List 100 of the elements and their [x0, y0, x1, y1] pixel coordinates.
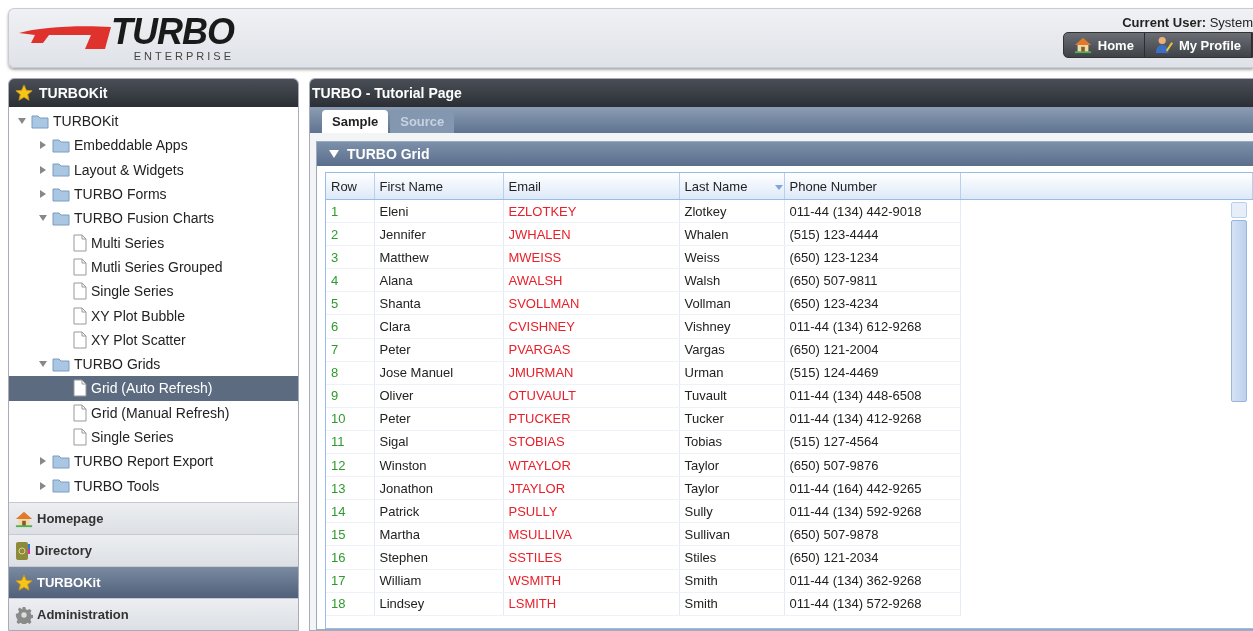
table-cell: Shanta [374, 291, 503, 315]
book-icon [15, 540, 31, 561]
tree-item[interactable]: TURBO Fusion Charts [74, 210, 215, 227]
expand-arrow-icon[interactable] [38, 189, 48, 200]
table-cell: 8 [326, 361, 374, 385]
table-cell: WSMITH [503, 569, 679, 593]
table-cell: JWHALEN [503, 222, 679, 246]
table-cell: STOBIAS [503, 430, 679, 454]
table-cell: SSTILES [503, 545, 679, 569]
tree-item[interactable]: Multi Series [91, 234, 165, 251]
table-cell: (515) 127-4564 [784, 430, 960, 454]
tab[interactable]: Sample [322, 110, 389, 133]
table-cell: EZLOTKEY [503, 199, 679, 223]
page-icon [73, 233, 87, 252]
accordion-item[interactable]: Homepage [9, 502, 298, 534]
table-cell: Sully [679, 499, 784, 523]
column-header[interactable]: First Name [374, 173, 503, 200]
table-cell: Smith [679, 569, 784, 593]
accordion-item[interactable]: TURBOKit [9, 566, 298, 598]
table-cell: 011-44 (134) 412-9268 [784, 407, 960, 431]
table-cell: 11 [326, 430, 374, 454]
table-cell: Peter [374, 407, 503, 431]
table-cell: Jennifer [374, 222, 503, 246]
table-cell: Eleni [374, 199, 503, 223]
table-cell: Winston [374, 453, 503, 477]
table-cell: Lindsey [374, 592, 503, 616]
table-cell: Walsh [679, 268, 784, 292]
table-cell: CVISHNEY [503, 314, 679, 339]
table-cell: Taylor [679, 476, 784, 500]
table-cell: Stiles [679, 545, 784, 569]
current-user: Current User: System [1122, 15, 1253, 30]
table-cell: AWALSH [503, 268, 679, 292]
table-cell: Weiss [679, 245, 784, 269]
table-cell: MWEISS [503, 245, 679, 269]
tree-item[interactable]: Single Series [91, 283, 174, 300]
column-header[interactable]: Row [326, 173, 374, 200]
table-cell: (650) 507-9878 [784, 522, 960, 546]
table-cell: 9 [326, 384, 374, 408]
accordion-item[interactable]: Directory [9, 534, 298, 566]
tree-item[interactable]: XY Plot Bubble [91, 307, 185, 324]
expand-arrow-icon[interactable] [38, 140, 48, 151]
tree-item[interactable]: TURBO Report Export [74, 453, 214, 470]
table-cell: 16 [326, 545, 374, 569]
table-cell: Tuvault [679, 384, 784, 408]
folder-icon [52, 356, 70, 372]
table-cell: MSULLIVA [503, 522, 679, 546]
expand-arrow-icon[interactable] [38, 164, 48, 175]
table-cell: Clara [374, 314, 503, 339]
table-cell: Martha [374, 522, 503, 546]
table-cell: Stephen [374, 545, 503, 569]
tree-item[interactable]: TURBO Tools [74, 477, 160, 494]
table-cell: Sullivan [679, 522, 784, 546]
column-header[interactable]: Phone Number [784, 173, 960, 200]
folder-icon [52, 453, 70, 469]
tree-item[interactable]: Mutli Series Grouped [91, 258, 223, 275]
accordion-item[interactable]: Administration [9, 598, 298, 630]
tree-item[interactable]: Layout & Widgets [74, 161, 184, 178]
table-cell: 18 [326, 592, 374, 616]
table-cell: Vollman [679, 291, 784, 315]
page-icon [73, 257, 87, 276]
table-cell: Vishney [679, 314, 784, 339]
tree-item[interactable]: TURBO Grids [74, 356, 161, 373]
column-header[interactable]: Email [503, 173, 679, 200]
table-cell: 7 [326, 338, 374, 362]
grid-panel-header[interactable]: TURBO Grid [317, 142, 1253, 166]
expand-arrow-icon[interactable] [38, 456, 48, 467]
table-cell: JMURMAN [503, 361, 679, 385]
table-cell: Smith [679, 592, 784, 616]
house-icon [1073, 36, 1092, 54]
table-cell: 011-44 (134) 448-6508 [784, 384, 960, 408]
table-cell: Tobias [679, 430, 784, 454]
tree-item[interactable]: TURBO Forms [74, 186, 167, 203]
tree-item[interactable]: XY Plot Scatter [91, 331, 186, 348]
table-cell: 2 [326, 222, 374, 246]
table-cell: William [374, 569, 503, 593]
table-cell: WTAYLOR [503, 453, 679, 477]
table-cell: Tucker [679, 407, 784, 431]
tree-item[interactable]: TURBOKit [53, 113, 119, 130]
folder-icon [52, 210, 70, 226]
table-cell: 17 [326, 569, 374, 593]
folder-icon [52, 137, 70, 153]
panel-title-text: TURBOKit [39, 85, 108, 101]
expand-arrow-icon[interactable] [38, 480, 48, 491]
tree-item[interactable]: Grid (Manual Refresh) [91, 404, 230, 421]
table-cell: 12 [326, 453, 374, 477]
table-cell: (650) 121-2034 [784, 545, 960, 569]
tree-item[interactable]: Embeddable Apps [74, 137, 188, 154]
table-cell: Patrick [374, 499, 503, 523]
table-cell: 011-44 (134) 362-9268 [784, 569, 960, 593]
table-cell: PVARGAS [503, 338, 679, 362]
table-cell: (515) 124-4469 [784, 361, 960, 385]
header-button[interactable]: Home [1063, 33, 1145, 57]
header-button[interactable]: My Profile [1144, 33, 1252, 57]
table-cell: Alana [374, 268, 503, 292]
column-header[interactable]: Last Name [679, 173, 784, 200]
table-cell: (650) 507-9811 [784, 268, 960, 292]
star-icon [15, 573, 33, 592]
tree-item[interactable]: Single Series [91, 429, 174, 445]
table-cell: PTUCKER [503, 407, 679, 431]
table-cell: Jonathon [374, 476, 503, 500]
